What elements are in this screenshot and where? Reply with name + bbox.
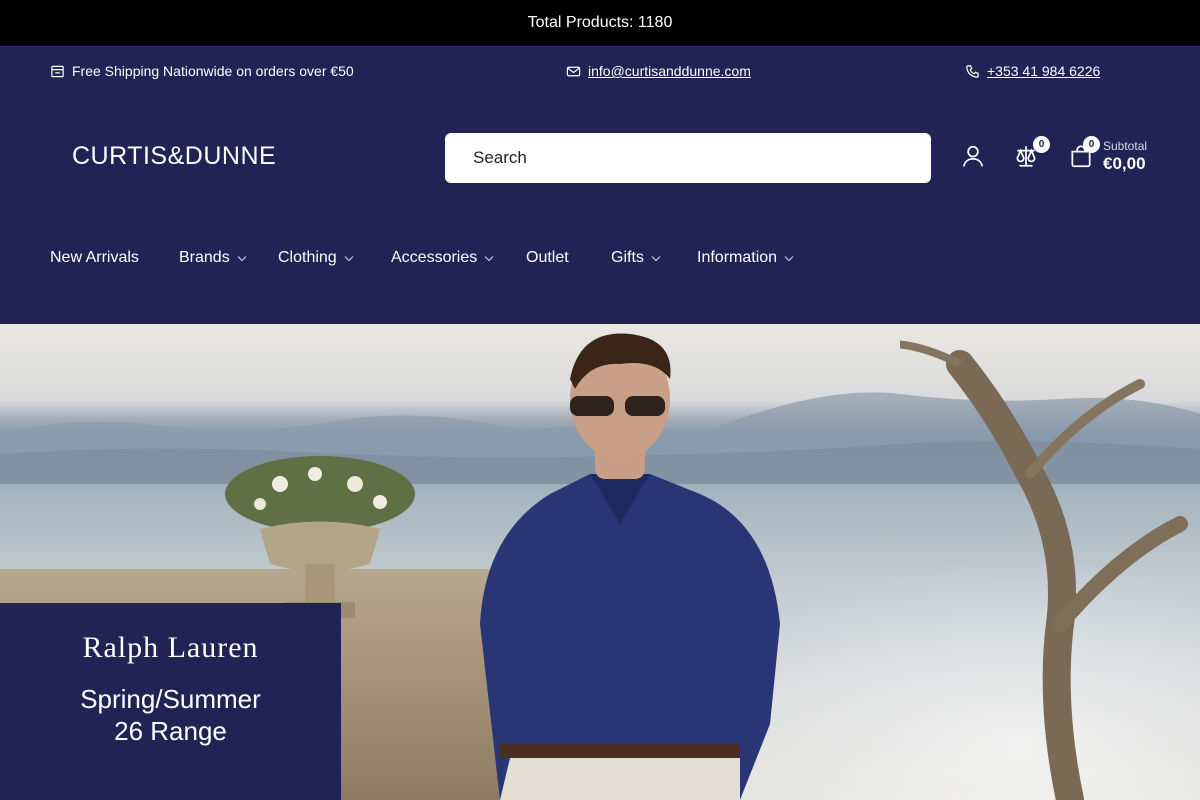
nav-label: Brands [179, 249, 230, 266]
phone-link[interactable]: +353 41 984 6226 [987, 63, 1100, 79]
nav-item-clothing[interactable]: Clothing [278, 247, 355, 269]
hero-promo-panel[interactable]: Ralph Lauren Spring/Summer 26 Range [0, 603, 341, 800]
store-icon [50, 64, 65, 79]
main-nav: New Arrivals Brands Clothing Accessories… [0, 220, 1200, 324]
nav-label: Clothing [278, 249, 337, 266]
chevron-down-icon [236, 252, 248, 264]
hero-flower-urn [225, 456, 415, 618]
site-header: CURTIS&DUNNE 0 0 Subtotal €0,00 [0, 96, 1200, 220]
compare-count-badge: 0 [1033, 136, 1050, 153]
total-products-text: Total Products: 1180 [527, 14, 673, 31]
cart-count-badge: 0 [1083, 136, 1100, 153]
nav-label: Outlet [526, 249, 569, 266]
subtotal-label: Subtotal [1103, 139, 1148, 153]
nav-item-outlet[interactable]: Outlet [526, 247, 569, 269]
cart-button[interactable]: 0 [1067, 136, 1100, 170]
phone-icon [965, 64, 980, 79]
shipping-info: Free Shipping Nationwide on orders over … [50, 47, 354, 95]
hero-model [480, 333, 780, 800]
chevron-down-icon [650, 252, 662, 264]
email-link[interactable]: info@curtisanddunne.com [588, 63, 751, 79]
nav-item-accessories[interactable]: Accessories [391, 247, 495, 269]
nav-item-information[interactable]: Information [697, 247, 795, 269]
shipping-text: Free Shipping Nationwide on orders over … [72, 63, 354, 79]
hero-olive-tree [900, 340, 1188, 800]
nav-label: Information [697, 249, 778, 266]
cart-subtotal[interactable]: Subtotal €0,00 [1103, 140, 1147, 172]
nav-label: Gifts [611, 249, 644, 266]
nav-item-new-arrivals[interactable]: New Arrivals [50, 247, 139, 269]
info-bar: Free Shipping Nationwide on orders over … [0, 46, 1200, 96]
subtotal-amount: €0,00 [1103, 154, 1146, 173]
nav-label: Accessories [391, 249, 478, 266]
search-input[interactable] [445, 133, 931, 183]
email-info: info@curtisanddunne.com [566, 47, 751, 95]
compare-button[interactable]: 0 [1012, 136, 1050, 170]
site-logo[interactable]: CURTIS&DUNNE [72, 142, 276, 171]
chevron-down-icon [343, 252, 355, 264]
phone-info: +353 41 984 6226 [965, 47, 1100, 95]
promo-line-2: 26 Range [114, 716, 227, 746]
account-button[interactable] [959, 142, 987, 170]
ralph-lauren-logo: Ralph Lauren [0, 631, 341, 665]
nav-label: New Arrivals [50, 249, 139, 266]
promo-line-1: Spring/Summer [80, 684, 261, 714]
brand-name: Ralph Lauren [82, 631, 259, 664]
hero-banner[interactable]: Ralph Lauren Spring/Summer 26 Range [0, 324, 1200, 800]
nav-item-brands[interactable]: Brands [179, 247, 248, 269]
chevron-down-icon [483, 252, 495, 264]
nav-item-gifts[interactable]: Gifts [611, 247, 662, 269]
chevron-down-icon [783, 252, 795, 264]
mail-icon [566, 64, 581, 79]
announcement-bar: Total Products: 1180 [0, 0, 1200, 46]
user-icon [962, 145, 984, 167]
